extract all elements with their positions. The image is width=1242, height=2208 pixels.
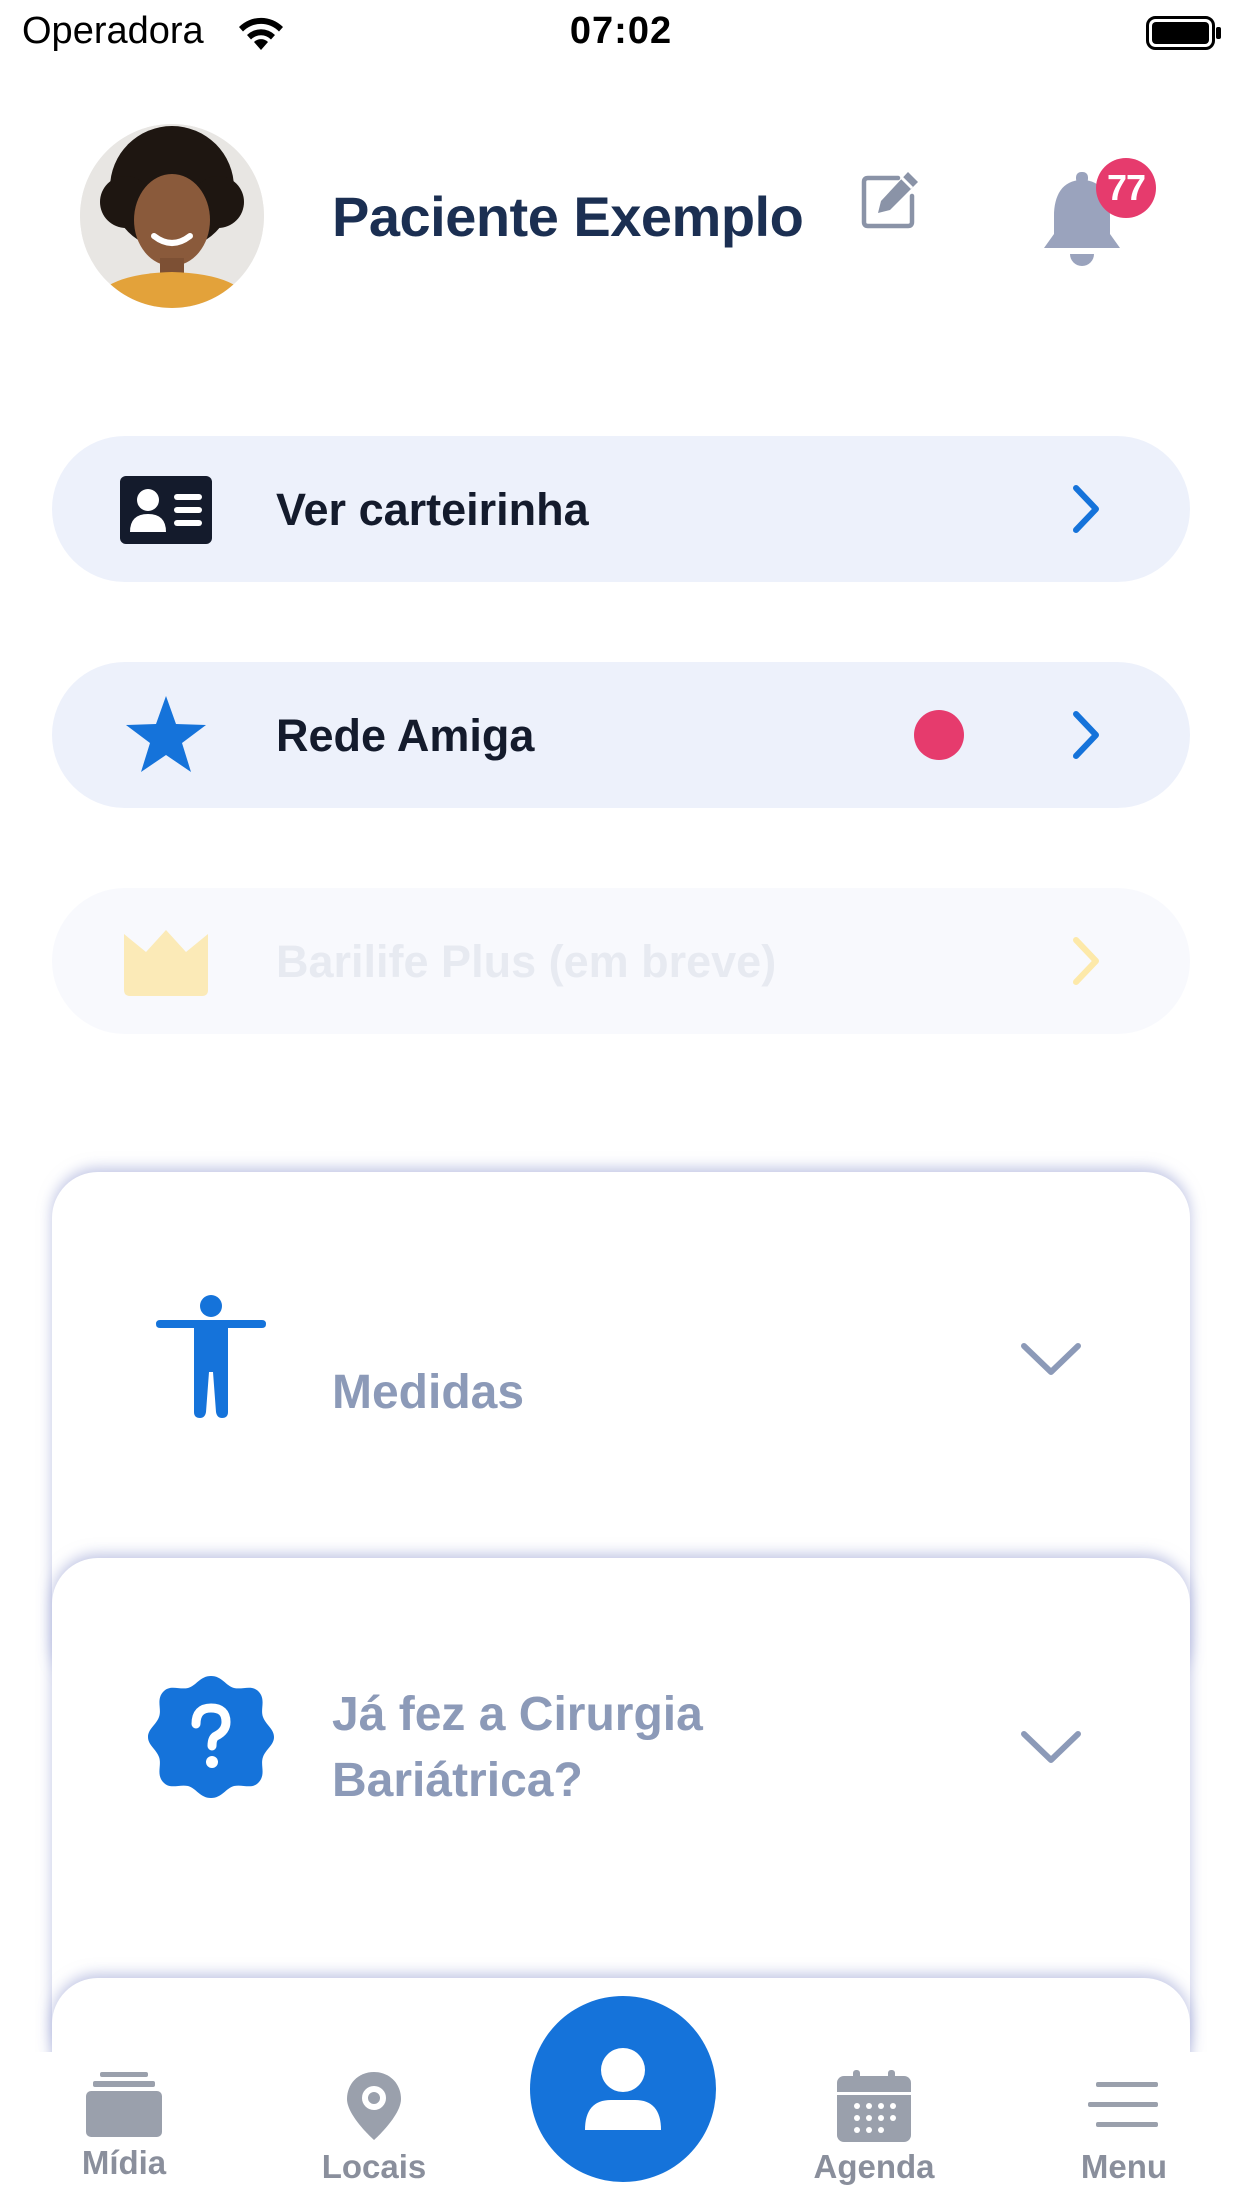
chevron-down-icon [1021, 1343, 1081, 1375]
battery-icon [1146, 16, 1221, 50]
avatar-photo [80, 124, 264, 308]
nav-places[interactable]: Locais [294, 2070, 454, 2186]
nav-media-label: Mídia [81, 2144, 167, 2181]
status-bar: Operadora 07:02 [0, 0, 1242, 66]
id-card-icon [120, 476, 212, 544]
view-card-label: Ver carteirinha [276, 484, 589, 535]
patient-name: Paciente Exemplo [332, 185, 804, 248]
view-card-button[interactable]: Ver carteirinha [52, 436, 1190, 582]
friend-network-button[interactable]: Rede Amiga [52, 662, 1190, 808]
calendar-icon [837, 2070, 911, 2142]
star-icon [126, 696, 206, 772]
avatar[interactable] [80, 124, 264, 308]
chevron-right-icon [1073, 711, 1099, 759]
question-badge-icon [148, 1676, 274, 1798]
person-icon [156, 1295, 266, 1418]
nav-menu-label: Menu [1080, 2148, 1168, 2185]
map-pin-icon [347, 2072, 401, 2140]
notification-badge: 77 [1096, 158, 1156, 218]
media-stack-icon [86, 2072, 162, 2137]
barilife-plus-button: Barilife Plus (em breve) [52, 888, 1190, 1034]
new-indicator-dot [914, 710, 964, 760]
clock: 07:02 [569, 10, 673, 52]
chevron-right-icon [1073, 937, 1099, 985]
nav-media[interactable]: Mídia [44, 2070, 204, 2182]
measurements-label: Medidas [332, 1366, 525, 1419]
chevron-down-icon [1021, 1731, 1081, 1763]
surgery-label-line2: Bariátrica? [332, 1754, 583, 1807]
nav-schedule[interactable]: Agenda [794, 2070, 954, 2186]
nav-schedule-label: Agenda [813, 2148, 935, 2185]
barilife-plus-label: Barilife Plus (em breve) [276, 936, 777, 987]
profile-tab-button[interactable] [530, 1996, 716, 2182]
crown-icon [124, 930, 208, 996]
hamburger-icon [1088, 2082, 1158, 2127]
chevron-right-icon [1073, 485, 1099, 533]
friend-network-label: Rede Amiga [276, 710, 535, 761]
nav-menu[interactable]: Menu [1044, 2070, 1204, 2186]
surgery-label-line1: Já fez a Cirurgia [332, 1688, 703, 1741]
edit-icon[interactable] [858, 168, 922, 232]
user-icon [585, 2048, 661, 2130]
nav-places-label: Locais [321, 2148, 427, 2185]
